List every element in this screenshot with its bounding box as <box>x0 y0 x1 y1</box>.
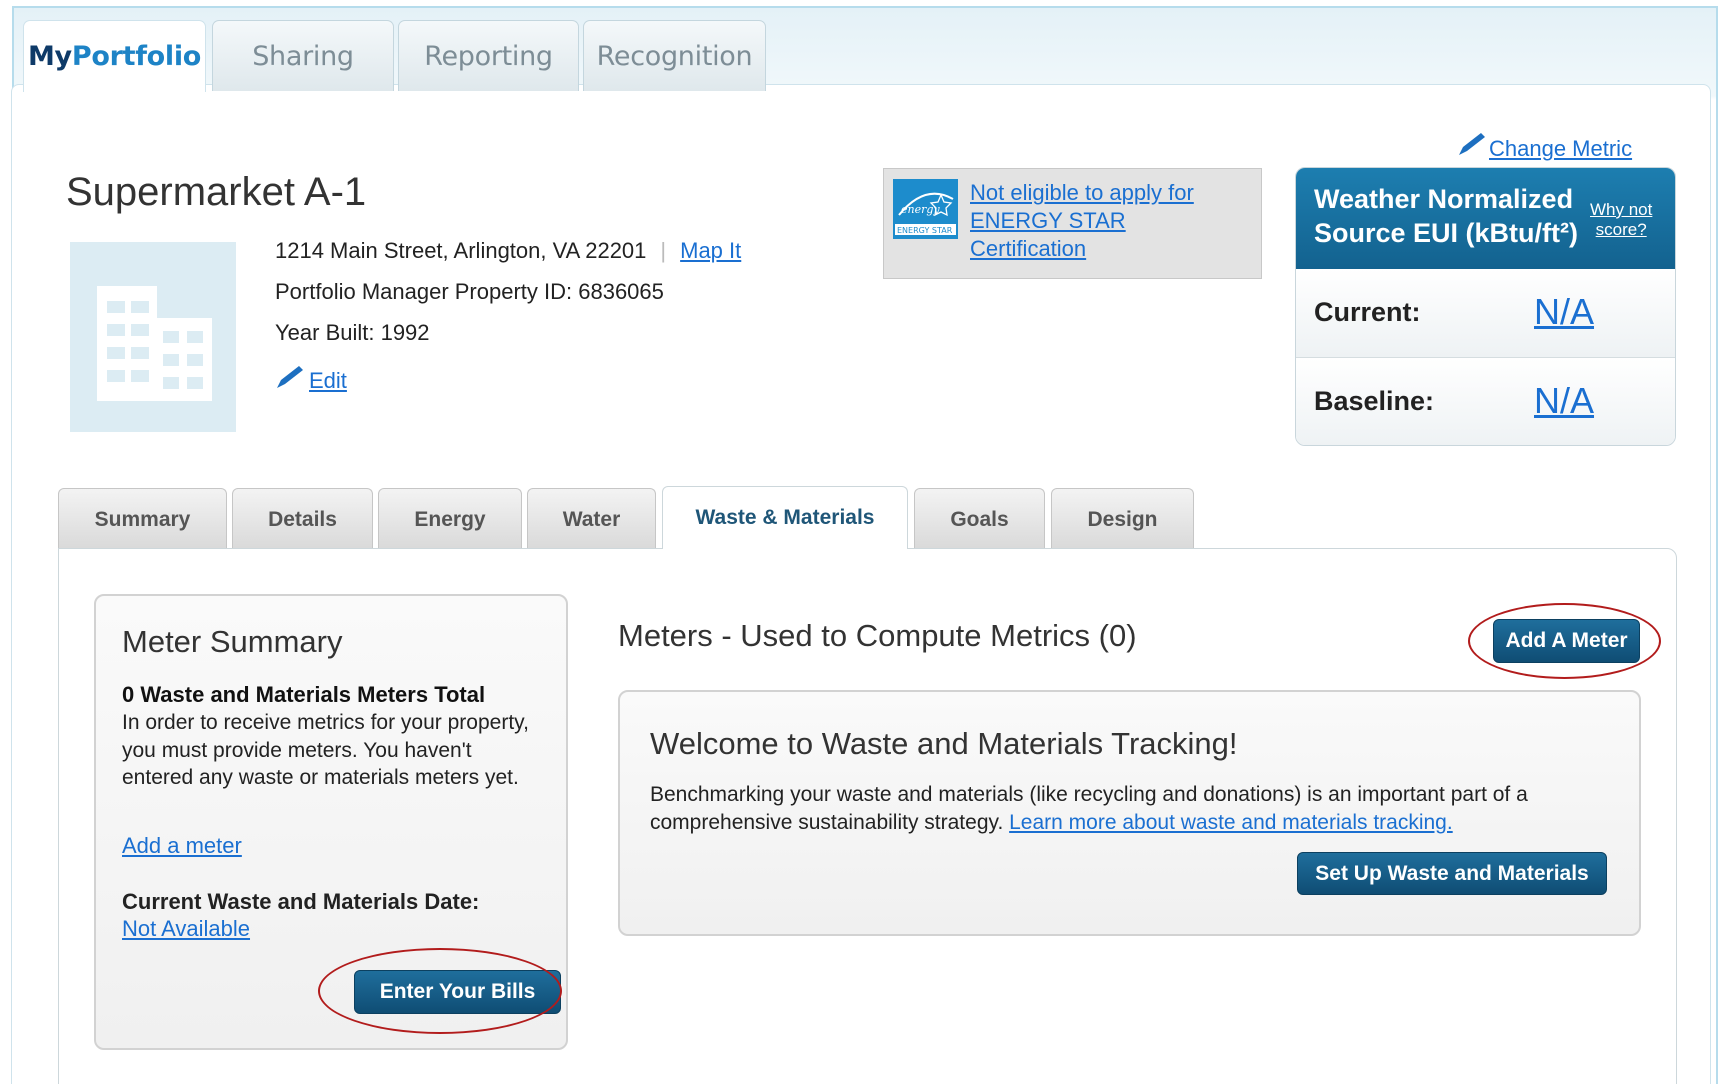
metric-baseline-row: Baseline: N/A <box>1296 358 1675 445</box>
welcome-box: Welcome to Waste and Materials Tracking!… <box>618 690 1641 936</box>
tab-reporting[interactable]: Reporting <box>398 20 579 91</box>
change-metric[interactable]: Change Metric <box>1459 130 1632 162</box>
current-date-link[interactable]: Not Available <box>122 916 250 942</box>
meter-total: 0 Waste and Materials Meters Total <box>122 682 486 707</box>
property-name: Supermarket A-1 <box>66 170 367 214</box>
year-built: Year Built: 1992 <box>275 320 430 345</box>
tab-summary[interactable]: Summary <box>58 488 227 550</box>
tab-details[interactable]: Details <box>232 488 373 550</box>
baseline-value-link[interactable]: N/A <box>1534 380 1594 422</box>
tab-details-label: Details <box>268 507 337 531</box>
pencil-icon <box>1459 133 1485 155</box>
current-value-link[interactable]: N/A <box>1534 291 1594 333</box>
baseline-label: Baseline: <box>1314 386 1435 416</box>
tab-reporting-label: Reporting <box>424 40 553 72</box>
tab-design[interactable]: Design <box>1051 488 1194 550</box>
energy-star-link-line3[interactable]: Certification <box>970 235 1194 263</box>
add-meter-link[interactable]: Add a meter <box>122 833 242 859</box>
metric-title-line1: Weather Normalized <box>1314 184 1574 214</box>
separator: | <box>660 238 667 263</box>
energy-star-eligibility[interactable]: Not eligible to apply for ENERGY STAR Ce… <box>970 179 1194 263</box>
learn-more-link[interactable]: Learn more about waste and materials tra… <box>1009 811 1453 834</box>
why-not-score-link[interactable]: Why not score? <box>1590 200 1652 240</box>
energy-star-link-line2[interactable]: ENERGY STAR <box>970 207 1194 235</box>
metric-title-line2: Source EUI (kBtu/ft²) <box>1314 218 1579 248</box>
pencil-icon <box>277 366 303 388</box>
tab-water[interactable]: Water <box>527 488 656 550</box>
metric-current-row: Current: N/A <box>1296 269 1675 358</box>
energy-star-logo: energy ENERGY STAR <box>893 179 958 239</box>
tab-waste-label: Waste & Materials <box>695 506 875 529</box>
energy-star-icon: energy ENERGY STAR <box>895 192 956 235</box>
energy-star-box: energy ENERGY STAR Not eligible to apply… <box>883 168 1262 279</box>
welcome-title: Welcome to Waste and Materials Tracking! <box>650 726 1238 761</box>
setup-waste-materials-button[interactable]: Set Up Waste and Materials <box>1297 852 1607 895</box>
address-text: 1214 Main Street, Arlington, VA 22201 <box>275 238 647 263</box>
address-line: 1214 Main Street, Arlington, VA 22201 | Ma… <box>275 238 741 264</box>
energy-star-logo-text: ENERGY STAR <box>897 226 953 235</box>
tab-myportfolio-portfolio: Portfolio <box>71 41 202 72</box>
meter-summary-description: In order to receive metrics for your pro… <box>122 711 529 789</box>
current-date-label: Current Waste and Materials Date: <box>122 889 480 914</box>
map-it-link[interactable]: Map It <box>680 238 741 263</box>
meters-title: Meters - Used to Compute Metrics (0) <box>618 618 1137 653</box>
tab-energy[interactable]: Energy <box>378 488 522 550</box>
tab-recognition[interactable]: Recognition <box>583 20 766 91</box>
tab-goals[interactable]: Goals <box>914 488 1045 550</box>
tab-design-label: Design <box>1087 507 1158 531</box>
highlight-ring-enter-bills <box>318 948 562 1034</box>
tab-myportfolio-my: My <box>27 41 72 72</box>
metric-box: Weather Normalized Source EUI (kBtu/ft²)… <box>1295 167 1676 446</box>
building-image <box>70 242 236 432</box>
tab-waste-materials[interactable]: Waste & Materials <box>662 486 908 549</box>
change-metric-link[interactable]: Change Metric <box>1489 136 1632 161</box>
tab-energy-label: Energy <box>414 507 486 531</box>
tab-summary-label: Summary <box>94 507 191 531</box>
edit-link[interactable]: Edit <box>309 368 347 393</box>
tab-sharing-label: Sharing <box>252 40 354 72</box>
current-label: Current: <box>1314 297 1421 327</box>
tab-water-label: Water <box>562 507 621 531</box>
metric-header: Weather Normalized Source EUI (kBtu/ft²)… <box>1296 168 1675 269</box>
tab-goals-label: Goals <box>950 507 1009 531</box>
edit-property[interactable]: Edit <box>275 364 347 394</box>
metric-title: Weather Normalized Source EUI (kBtu/ft²) <box>1314 182 1578 250</box>
energy-star-link-line1[interactable]: Not eligible to apply for <box>970 179 1194 207</box>
tab-sharing[interactable]: Sharing <box>212 20 394 91</box>
why-not-line1: Why not <box>1590 200 1653 219</box>
welcome-text: Benchmarking your waste and materials (l… <box>650 781 1610 837</box>
tab-recognition-label: Recognition <box>596 40 753 72</box>
property-id: Portfolio Manager Property ID: 6836065 <box>275 279 664 304</box>
meter-summary-title: Meter Summary <box>122 624 343 659</box>
highlight-ring-add-meter <box>1468 603 1661 679</box>
tab-myportfolio[interactable]: My Portfolio <box>23 20 206 92</box>
building-icon <box>97 286 212 401</box>
why-not-line2: score? <box>1595 220 1647 239</box>
